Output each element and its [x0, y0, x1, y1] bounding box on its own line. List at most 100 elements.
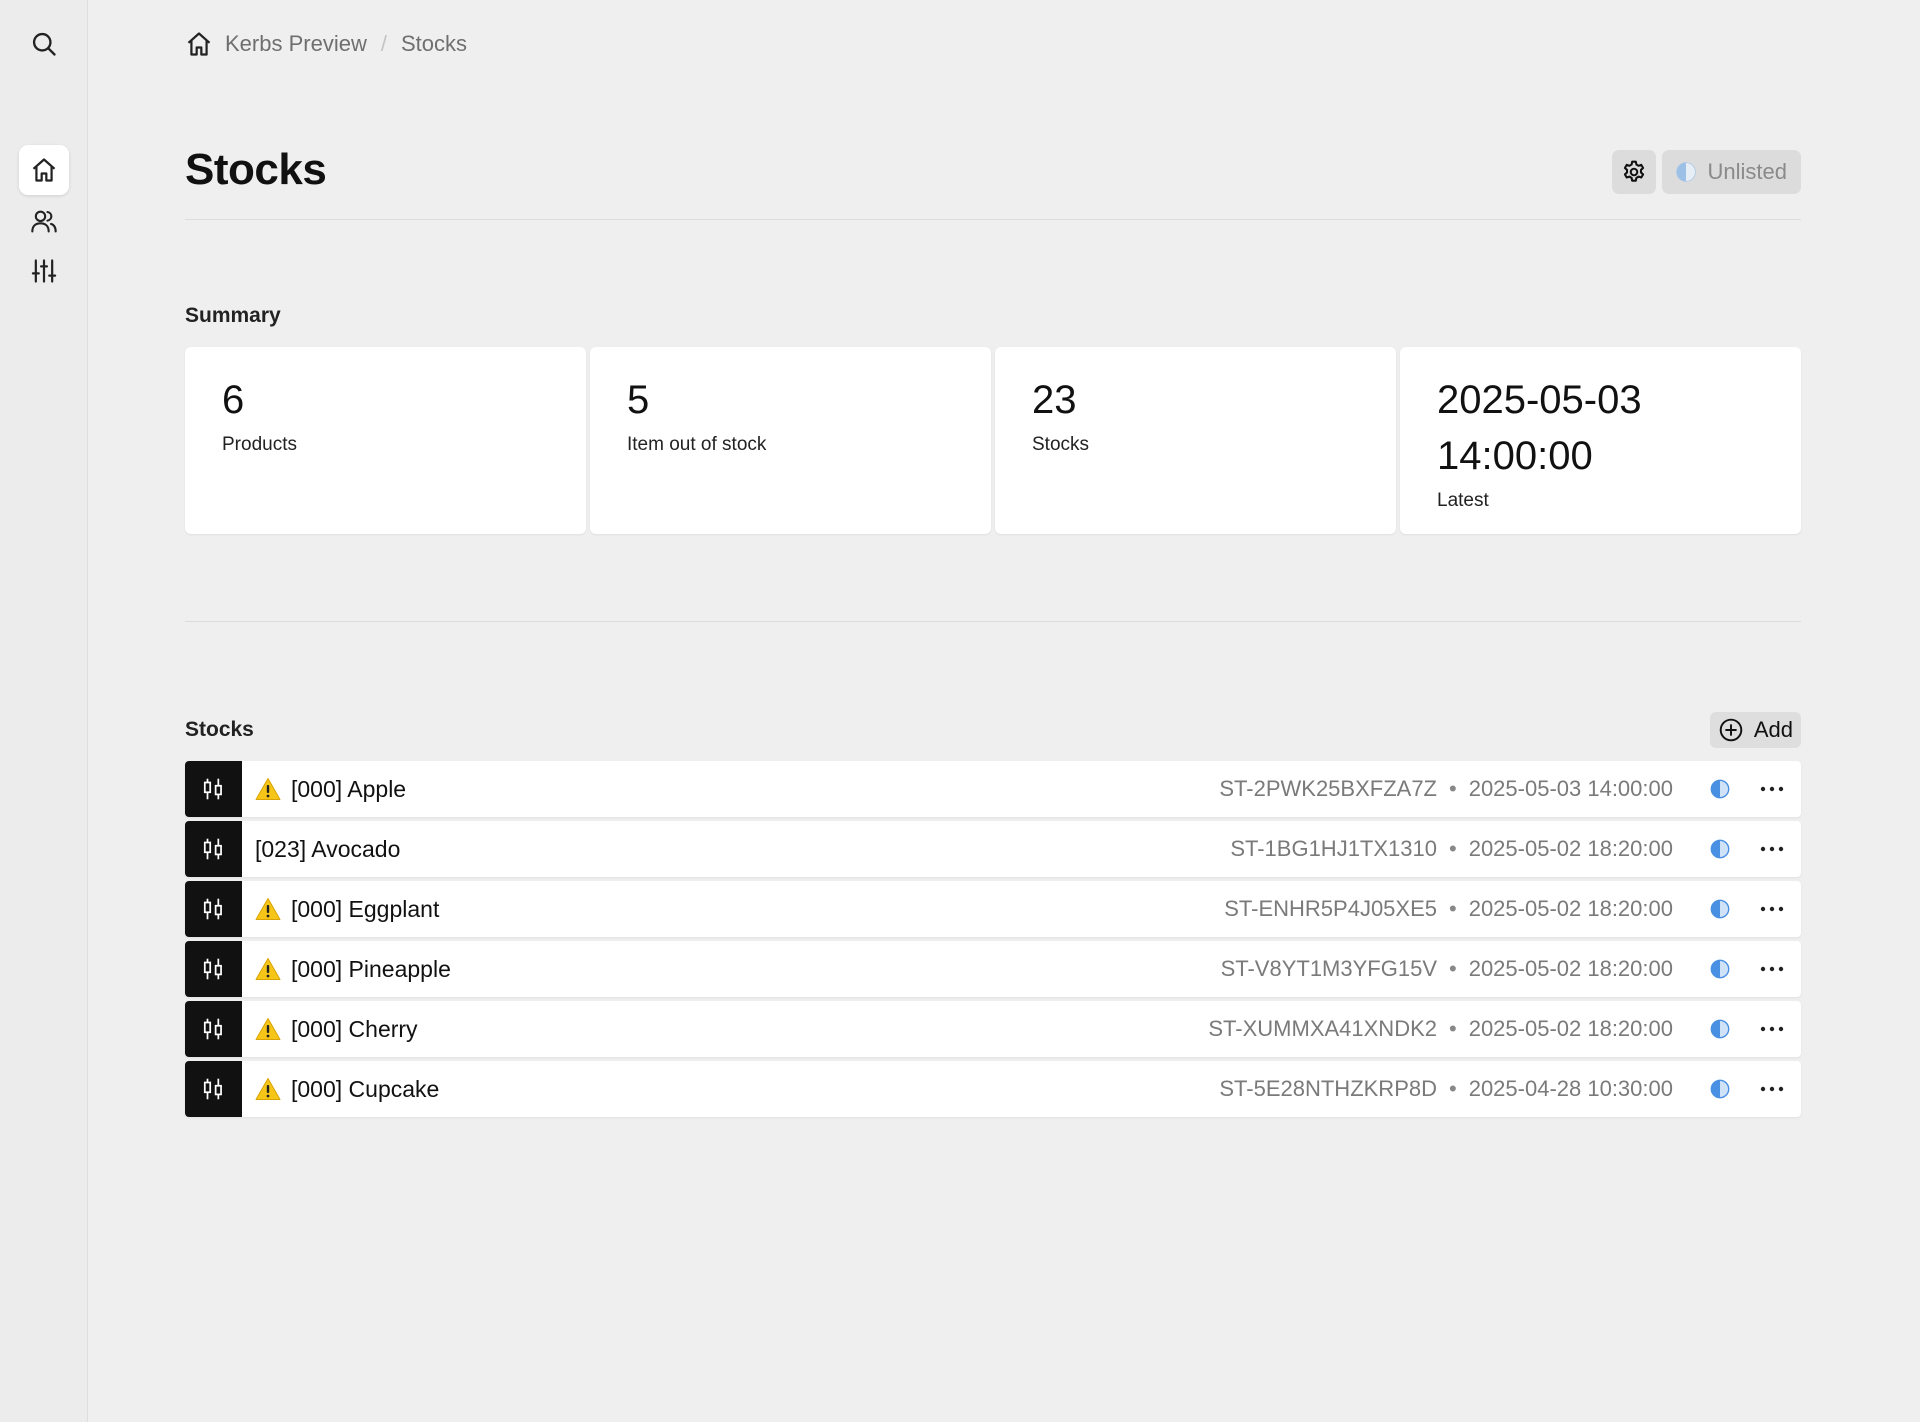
stock-name: [023] Avocado: [255, 835, 401, 862]
stock-row[interactable]: [000] Cupcake ST-5E28NTHZKRP8D • 2025-04…: [185, 1061, 1801, 1117]
stock-meta: ST-2PWK25BXFZA7Z • 2025-05-03 14:00:00: [1219, 776, 1673, 802]
sidebar-rail: [0, 0, 88, 1422]
header-divider: [185, 219, 1801, 220]
meta-separator-dot: •: [1449, 836, 1457, 861]
stock-code: ST-XUMMXA41XNDK2: [1208, 1016, 1437, 1041]
summary-value: 23: [1032, 378, 1077, 422]
visibility-button[interactable]: Unlisted: [1661, 150, 1801, 194]
stock-thumbnail: [185, 941, 242, 997]
summary-caption: Item out of stock: [627, 434, 767, 455]
ellipsis-icon: [1760, 966, 1784, 972]
nav-settings-sliders[interactable]: [19, 246, 69, 296]
summary-card-out-of-stock: 5 Item out of stock: [590, 347, 991, 534]
stock-code: ST-V8YT1M3YFG15V: [1220, 956, 1437, 981]
page-title: Stocks: [185, 145, 327, 194]
stock-row[interactable]: [000] Pineapple ST-V8YT1M3YFG15V • 2025-…: [185, 941, 1801, 997]
stock-row[interactable]: [000] Cherry ST-XUMMXA41XNDK2 • 2025-05-…: [185, 1001, 1801, 1057]
row-more-button[interactable]: [1757, 1077, 1787, 1101]
half-circle-icon[interactable]: [1709, 778, 1731, 800]
home-icon[interactable]: [185, 30, 213, 58]
breadcrumb: Kerbs Preview / Stocks: [185, 26, 467, 62]
stock-name: [000] Cherry: [291, 1015, 418, 1042]
stock-meta: ST-5E28NTHZKRP8D • 2025-04-28 10:30:00: [1219, 1076, 1673, 1102]
ellipsis-icon: [1760, 786, 1784, 792]
warning-triangle-icon: [255, 898, 281, 920]
warning-triangle-icon: [255, 778, 281, 800]
summary-card-latest: 2025-05-03 14:00:00 Latest: [1400, 347, 1801, 534]
row-more-button[interactable]: [1757, 837, 1787, 861]
meta-separator-dot: •: [1449, 896, 1457, 921]
stock-list: [000] Apple ST-2PWK25BXFZA7Z • 2025-05-0…: [185, 761, 1801, 1121]
home-icon: [32, 158, 56, 182]
stock-timestamp: 2025-05-02 18:20:00: [1468, 956, 1673, 981]
row-more-button[interactable]: [1757, 1017, 1787, 1041]
summary-value: 6: [222, 378, 245, 422]
nav-home[interactable]: [19, 145, 69, 195]
breadcrumb-separator: /: [380, 31, 387, 56]
stock-code: ST-5E28NTHZKRP8D: [1219, 1076, 1437, 1101]
row-more-button[interactable]: [1757, 957, 1787, 981]
breadcrumb-current[interactable]: Stocks: [401, 31, 467, 57]
row-more-button[interactable]: [1757, 897, 1787, 921]
half-circle-icon[interactable]: [1709, 1018, 1731, 1040]
section-divider: [185, 621, 1801, 622]
header-actions: Unlisted: [1611, 150, 1801, 194]
meta-separator-dot: •: [1449, 956, 1457, 981]
stock-timestamp: 2025-05-02 18:20:00: [1468, 836, 1673, 861]
ellipsis-icon: [1760, 846, 1784, 852]
search-button[interactable]: [19, 19, 69, 69]
candlestick-icon: [203, 838, 222, 860]
stock-row[interactable]: [000] Apple ST-2PWK25BXFZA7Z • 2025-05-0…: [185, 761, 1801, 817]
stock-timestamp: 2025-05-03 14:00:00: [1468, 776, 1673, 801]
stock-timestamp: 2025-05-02 18:20:00: [1468, 1016, 1673, 1041]
summary-caption: Products: [222, 434, 297, 455]
candlestick-icon: [203, 898, 222, 920]
plus-circle-icon: [1719, 718, 1743, 742]
summary-card-stocks: 23 Stocks: [995, 347, 1396, 534]
stock-code: ST-1BG1HJ1TX1310: [1230, 836, 1437, 861]
half-circle-icon[interactable]: [1709, 838, 1731, 860]
stock-name-wrap: [000] Cupcake: [255, 1076, 439, 1103]
stock-timestamp: 2025-05-02 18:20:00: [1468, 896, 1673, 921]
stock-row[interactable]: [000] Eggplant ST-ENHR5P4J05XE5 • 2025-0…: [185, 881, 1801, 937]
stock-meta: ST-V8YT1M3YFG15V • 2025-05-02 18:20:00: [1221, 956, 1673, 982]
half-circle-icon[interactable]: [1709, 1078, 1731, 1100]
ellipsis-icon: [1760, 1026, 1784, 1032]
gear-icon: [1623, 160, 1644, 182]
stock-name-wrap: [000] Pineapple: [255, 956, 451, 983]
summary-cards: 6 Products 5 Item out of stock 23 Stocks…: [185, 347, 1801, 534]
candlestick-icon: [203, 778, 222, 800]
summary-card-products: 6 Products: [185, 347, 586, 534]
meta-separator-dot: •: [1449, 1016, 1457, 1041]
stock-meta: ST-1BG1HJ1TX1310 • 2025-05-02 18:20:00: [1230, 836, 1673, 862]
breadcrumb-workspace-link[interactable]: Kerbs Preview: [225, 31, 367, 57]
stock-thumbnail: [185, 1001, 242, 1057]
candlestick-icon: [203, 1018, 222, 1040]
ellipsis-icon: [1760, 1086, 1784, 1092]
stocks-heading: Stocks: [185, 718, 254, 741]
stock-meta: ST-XUMMXA41XNDK2 • 2025-05-02 18:20:00: [1208, 1016, 1673, 1042]
stock-name-wrap: [000] Eggplant: [255, 896, 439, 923]
visibility-label: Unlisted: [1707, 159, 1787, 184]
half-circle-icon[interactable]: [1709, 958, 1731, 980]
stock-thumbnail: [185, 761, 242, 817]
settings-button[interactable]: [1611, 150, 1656, 194]
stock-name-wrap: [000] Apple: [255, 776, 406, 803]
add-label: Add: [1753, 717, 1793, 742]
row-more-button[interactable]: [1757, 777, 1787, 801]
stock-name: [000] Eggplant: [291, 895, 440, 922]
stock-name: [000] Apple: [291, 775, 407, 802]
half-circle-icon[interactable]: [1709, 898, 1731, 920]
ellipsis-icon: [1760, 906, 1784, 912]
summary-heading: Summary: [185, 304, 281, 327]
stock-name-wrap: [000] Cherry: [255, 1016, 418, 1043]
candlestick-icon: [203, 1078, 222, 1100]
meta-separator-dot: •: [1449, 776, 1457, 801]
stock-row[interactable]: [023] Avocado ST-1BG1HJ1TX1310 • 2025-05…: [185, 821, 1801, 877]
summary-value: 5: [627, 378, 650, 422]
summary-caption: Latest: [1437, 490, 1489, 511]
warning-triangle-icon: [255, 1018, 281, 1040]
stock-name: [000] Pineapple: [291, 955, 451, 982]
add-stock-button[interactable]: Add: [1709, 712, 1801, 748]
nav-users[interactable]: [19, 196, 69, 246]
